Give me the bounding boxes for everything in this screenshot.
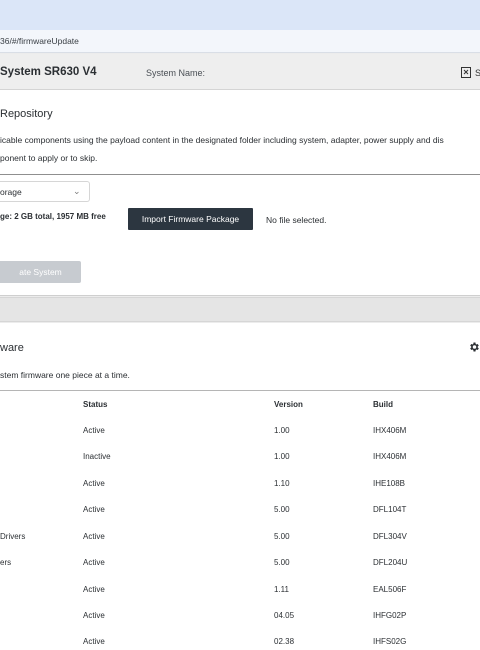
table-row: Active 04.05 IHFG02P xyxy=(0,611,480,637)
row-version: 1.00 xyxy=(274,452,290,461)
file-status: No file selected. xyxy=(266,215,327,225)
firmware-card: ware stem firmware one piece at a time. … xyxy=(0,323,480,650)
repository-title: Repository xyxy=(0,108,53,120)
section-gap xyxy=(0,297,480,322)
row-build: EAL506F xyxy=(373,585,407,594)
row-version: 02.38 xyxy=(274,637,295,646)
row-build: IHFG02P xyxy=(373,611,407,620)
row-status: Active xyxy=(83,426,105,435)
row-build: IHX406M xyxy=(373,426,407,435)
row-version: 1.11 xyxy=(274,585,289,594)
row-build: IHE108B xyxy=(373,479,406,488)
row-status: Active xyxy=(83,637,105,646)
row-version: 5.00 xyxy=(274,532,290,541)
row-status: Active xyxy=(83,479,105,488)
system-title: System SR630 V4 xyxy=(0,66,97,78)
gear-icon[interactable] xyxy=(468,341,480,353)
address-url[interactable]: 36/#/firmwareUpdate xyxy=(0,36,79,46)
table-row: Active 02.38 IHFS02G xyxy=(0,637,480,650)
repository-divider xyxy=(0,174,480,175)
chevron-down-icon: ⌄ xyxy=(73,186,81,196)
storage-select[interactable]: orage ⌄ xyxy=(0,181,90,202)
row-version: 1.00 xyxy=(274,426,290,435)
firmware-description: stem firmware one piece at a time. xyxy=(0,370,130,380)
row-status: Active xyxy=(83,505,105,514)
firmware-divider xyxy=(0,390,480,391)
row-build: DFL204U xyxy=(373,558,408,567)
row-build: IHFS02G xyxy=(373,637,407,646)
table-row: Inactive 1.00 IHX406M xyxy=(0,452,480,478)
table-row: ers Active 5.00 DFL204U xyxy=(0,558,480,584)
table-row: Active 1.00 IHX406M xyxy=(0,426,480,452)
row-status: Active xyxy=(83,611,105,620)
row-build: IHX406M xyxy=(373,452,407,461)
repository-card: Repository icable components using the p… xyxy=(0,90,480,296)
row-status: Active xyxy=(83,532,105,541)
row-version: 5.00 xyxy=(274,558,290,567)
system-header: System SR630 V4 System Name: S xyxy=(0,54,480,90)
address-bar[interactable]: 36/#/firmwareUpdate xyxy=(0,30,480,53)
row-status: Active xyxy=(83,585,105,594)
import-firmware-package-button[interactable]: Import Firmware Package xyxy=(128,208,253,230)
row-version: 04.05 xyxy=(274,611,295,620)
row-name: ers xyxy=(0,558,12,567)
storage-select-value: orage xyxy=(0,187,22,197)
row-version: 5.00 xyxy=(274,505,290,514)
row-name: Drivers xyxy=(0,532,26,541)
update-system-button[interactable]: ate System xyxy=(0,261,81,283)
system-header-action-label[interactable]: S xyxy=(475,68,480,78)
table-row: Active 1.10 IHE108B xyxy=(0,479,480,505)
row-build: DFL304V xyxy=(373,532,407,541)
column-header-status[interactable]: Status xyxy=(83,400,107,409)
row-status: Active xyxy=(83,558,105,567)
row-build: DFL104T xyxy=(373,505,407,514)
repository-description-line1: icable components using the payload cont… xyxy=(0,135,444,145)
table-row: Active 1.11 EAL506F xyxy=(0,585,480,611)
system-name-label: System Name: xyxy=(146,68,206,78)
firmware-title: ware xyxy=(0,342,24,354)
row-version: 1.10 xyxy=(274,479,290,488)
document-icon[interactable] xyxy=(461,67,471,78)
row-status: Inactive xyxy=(83,452,111,461)
storage-usage: ge: 2 GB total, 1957 MB free xyxy=(0,212,106,221)
repository-description-line2: ponent to apply or to skip. xyxy=(0,153,98,163)
table-row: Active 5.00 DFL104T xyxy=(0,505,480,531)
table-row: Drivers Active 5.00 DFL304V xyxy=(0,532,480,558)
browser-tab-strip xyxy=(0,0,480,30)
column-header-build[interactable]: Build xyxy=(373,400,393,409)
column-header-version[interactable]: Version xyxy=(274,400,303,409)
